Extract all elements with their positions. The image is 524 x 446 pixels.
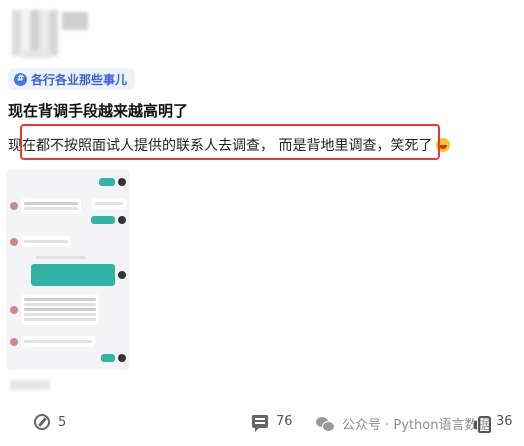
edit-count: 5 xyxy=(58,414,67,430)
topic-tag[interactable]: # 各行各业那些事儿 xyxy=(8,68,136,90)
like-action[interactable]: 36 xyxy=(474,414,513,433)
chat-screenshot-image[interactable] xyxy=(6,170,130,370)
comment-count: 76 xyxy=(276,414,293,429)
comment-icon xyxy=(252,415,268,432)
watermark-area: 公众号 · Python语言数据 xyxy=(316,414,490,433)
highlight-box xyxy=(20,124,440,160)
topic-tag-label: 各行各业那些事儿 xyxy=(31,72,128,87)
author-name-blurred xyxy=(62,12,88,30)
blurred-footer-text xyxy=(10,380,50,390)
comment-action[interactable]: 76 xyxy=(252,414,293,432)
edit-icon xyxy=(34,414,50,430)
hash-icon: # xyxy=(14,72,27,86)
like-count: 36 xyxy=(496,414,513,429)
post-title: 现在背调手段越来越高明了 xyxy=(8,102,189,120)
watermark-text: 公众号 · Python语言数据 xyxy=(342,418,491,433)
thumbs-up-icon xyxy=(474,415,491,433)
wechat-icon xyxy=(316,416,335,432)
edit-action[interactable]: 5 xyxy=(34,414,66,430)
author-meta-blurred xyxy=(22,50,52,58)
